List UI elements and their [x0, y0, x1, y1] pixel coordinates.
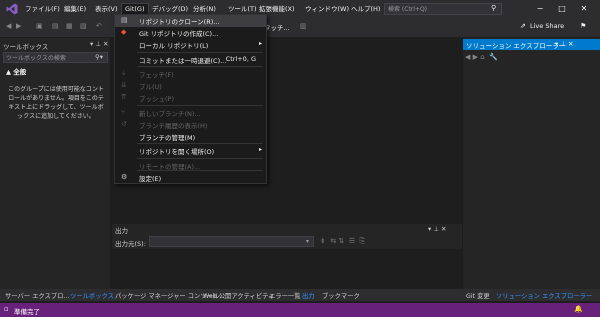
shortcut-label: Ctrl+0, G — [225, 55, 256, 63]
git-menu-item-7: ⑂ 新しいブランチ(N)... — [115, 107, 266, 119]
solution-explorer-panel — [463, 38, 600, 289]
git-menu-item-0[interactable]: ▤ リポジトリのクローン(R)... — [115, 15, 266, 27]
git-menu-item-label: ブランチの管理(M) — [139, 134, 196, 142]
menu-item-9[interactable]: ヘルプ(H) — [348, 4, 383, 15]
git-menu-item-12[interactable]: ⚙ 設定(E) — [115, 172, 266, 184]
toolbox-title: ツールボックス — [3, 43, 49, 51]
git-menu-item-10[interactable]: リポジトリを開く場所(O) ▸ — [115, 145, 266, 157]
toolbox-search-icon[interactable]: ⚲▾ — [95, 53, 103, 61]
git-menu-item-2[interactable]: ローカル リポジトリ(L) ▸ — [115, 39, 266, 51]
toolbox-group-general[interactable]: ▲ 全般 — [6, 66, 26, 76]
output-toolbar-icons[interactable]: ⇟ ⇆ ⇅ ☰ ⎘ — [320, 237, 365, 246]
tab-bookmarks[interactable]: ブックマーク — [322, 291, 360, 300]
output-pin-icon[interactable]: ▾ ⊥ ✕ — [428, 225, 447, 233]
menu-separator — [137, 52, 263, 53]
git-menu-item-4: ⇣ フェッチ(F) — [115, 68, 266, 80]
git-menu-item-label: プッシュ(P) — [139, 95, 174, 103]
menu-separator — [137, 105, 263, 106]
tab-error-list[interactable]: エラー一覧 — [269, 291, 300, 300]
menu-separator — [137, 170, 263, 171]
git-menu-item-3[interactable]: コミットまたは一時退避(C)... Ctrl+0, G — [115, 54, 266, 66]
back-icon[interactable]: ◀ — [6, 22, 11, 30]
new-item-icon[interactable]: ▣ — [36, 22, 43, 30]
git-menu-item-label: ローカル リポジトリ(L) — [139, 42, 209, 50]
clone-icon: ▤ — [121, 16, 128, 24]
git-menu-item-label: コミットまたは一時退避(C)... — [139, 57, 227, 65]
save-all-icon[interactable]: ▧ — [80, 22, 87, 30]
push-icon: ⇈ — [121, 93, 127, 101]
output-source-select[interactable] — [149, 236, 314, 247]
submenu-arrow-icon: ▸ — [258, 40, 262, 47]
git-menu-item-label: Git リポジトリの作成(C)... — [139, 30, 219, 38]
status-bar — [0, 303, 600, 317]
live-share-icon[interactable]: ⇗ — [520, 22, 526, 30]
git-menu-item-label: リポジトリを開く場所(O) — [139, 148, 215, 156]
search-icon[interactable]: ⚲ — [491, 4, 496, 12]
menu-separator — [137, 158, 263, 159]
search-placeholder: 検索 (Ctrl+Q) — [388, 6, 428, 13]
git-menu-item-label: フェッチ(F) — [139, 71, 174, 79]
git-menu-item-8: ↺ ブランチ履歴の表示(H) — [115, 119, 266, 131]
menu-separator — [137, 66, 263, 67]
git-menu-item-label: リポジトリのクローン(R)... — [139, 18, 220, 26]
submenu-arrow-icon: ▸ — [258, 146, 262, 153]
tab-output[interactable]: 出力 — [302, 291, 315, 300]
git-menu-item-label: 設定(E) — [139, 175, 162, 183]
branch-icon: ⑂ — [121, 108, 126, 116]
tab-web-publish-activity[interactable]: Web 公開アクティビティ — [203, 291, 274, 300]
output-source-label: 出力元(S): — [115, 240, 146, 248]
tab-git-changes[interactable]: Git 変更 — [466, 291, 490, 300]
output-text-area[interactable] — [112, 249, 462, 289]
maximize-button[interactable]: □ — [556, 3, 568, 14]
title-bar — [0, 0, 600, 19]
tab-server-explorer[interactable]: サーバー エクスプロ... — [5, 291, 69, 300]
close-button[interactable]: ✕ — [578, 3, 590, 14]
git-menu-item-1[interactable]: ◆ Git リポジトリの作成(C)... — [115, 27, 266, 39]
git-menu-item-label: プル(U) — [139, 83, 162, 91]
notification-icon[interactable]: 🔔 — [574, 305, 583, 313]
history-icon: ↺ — [121, 120, 127, 128]
fetch-icon: ⇣ — [121, 69, 127, 77]
solution-explorer-toolbar-icons[interactable]: ◀ ▶ ⌂ 🔧 — [465, 53, 498, 61]
pull-icon: ⇊ — [121, 81, 127, 89]
toolbox-empty-message: このグループには使用可能なコントロールがありません。項目をこのテキスト上にドラッ… — [8, 86, 104, 120]
tab-solution-explorer[interactable]: ソリューション エクスプローラー — [496, 291, 592, 300]
undo-icon[interactable]: ↶ — [96, 22, 102, 30]
git-menu-item-6: ⇈ プッシュ(P) — [115, 92, 266, 104]
menu-item-8[interactable]: ウィンドウ(W) — [302, 4, 352, 15]
open-icon[interactable]: ▤ — [52, 22, 59, 30]
toolbar-extra-icon[interactable]: ▥ — [300, 22, 307, 30]
solution-explorer-pin-icon[interactable]: ▾ ⊥ ✕ — [555, 40, 574, 48]
gear-icon: ⚙ — [121, 173, 128, 181]
status-icon: ▫ — [4, 305, 9, 313]
attach-button-label[interactable]: タッチ... — [264, 22, 290, 32]
solution-explorer-title: ソリューション エクスプローラー — [466, 42, 566, 50]
toolbox-search-placeholder: ツールボックスの検索 — [6, 55, 66, 62]
tab-toolbox[interactable]: ツールボックス — [70, 291, 114, 300]
output-title: 出力 — [115, 227, 128, 235]
save-icon[interactable]: ▦ — [66, 22, 73, 30]
toolbox-pin-icon[interactable]: ▾ ⊥ ✕ — [90, 40, 109, 48]
menu-separator — [137, 143, 263, 144]
git-menu-item-label: 新しいブランチ(N)... — [139, 110, 201, 118]
status-text: 準備完了 — [14, 308, 40, 316]
git-create-icon: ◆ — [121, 28, 127, 36]
visual-studio-logo-icon[interactable] — [6, 3, 18, 15]
chevron-down-icon[interactable]: ▾ — [306, 238, 309, 245]
live-share-button[interactable]: Live Share — [530, 22, 564, 30]
git-menu-item-label: ブランチ履歴の表示(H) — [139, 122, 208, 130]
git-menu-item-5: ⇊ プル(U) — [115, 80, 266, 92]
menu-item-1[interactable]: 編集(E) — [61, 4, 89, 15]
minimize-button[interactable]: − — [534, 3, 546, 14]
feedback-icon[interactable]: ⚑ — [580, 22, 586, 30]
git-menu-item-9[interactable]: ブランチの管理(M) — [115, 131, 266, 143]
menu-item-0[interactable]: ファイル(F) — [22, 4, 63, 15]
forward-icon[interactable]: ▶ — [16, 22, 21, 30]
